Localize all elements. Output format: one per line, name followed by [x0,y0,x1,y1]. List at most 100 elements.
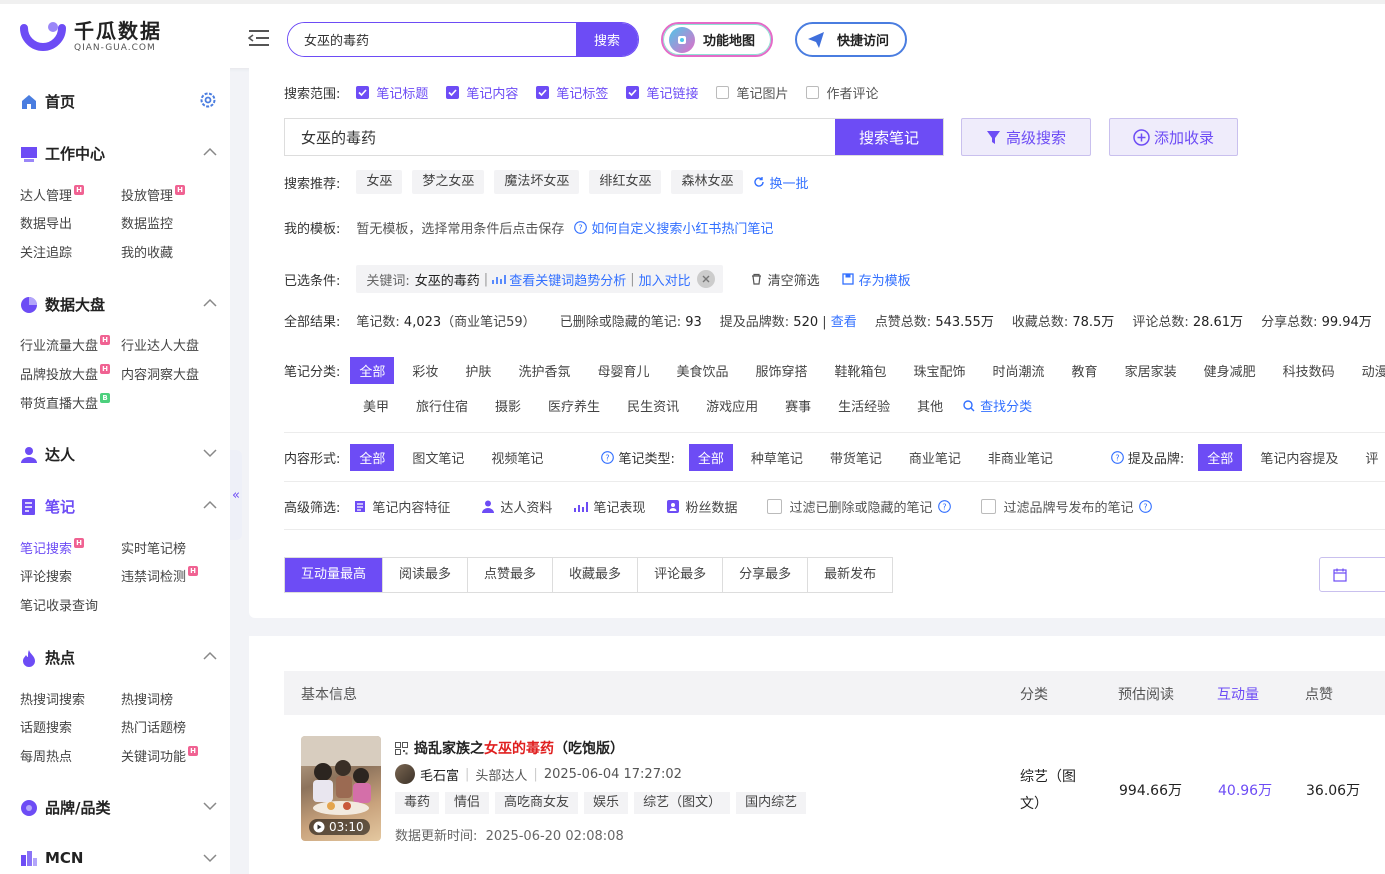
category-option[interactable]: 科技数码 [1283,361,1335,380]
note-type-option[interactable]: 带货笔记 [830,448,882,467]
sidebar-section-workcenter[interactable]: 工作中心 [20,143,220,164]
note-type-option[interactable]: 种草笔记 [751,448,803,467]
avatar[interactable] [395,764,415,784]
brand-mention-option[interactable]: 评 [1365,448,1378,467]
sort-tab[interactable]: 评论最多 [638,558,724,592]
date-range-picker[interactable] [1319,557,1385,592]
quick-access-button[interactable]: 快捷访问 [795,22,907,57]
settings-gear-icon[interactable] [199,91,217,109]
sidebar-collapse-button[interactable]: « [230,450,242,540]
trend-analysis-link[interactable]: 查看关键词趋势分析 [509,270,626,289]
chevron-up-icon[interactable] [203,649,217,663]
sidebar-item-brand-campaign[interactable]: 品牌投放大盘 H [20,364,111,383]
sidebar-item-favorites[interactable]: 我的收藏 [121,242,173,261]
sidebar-item-note-search[interactable]: 笔记搜索 H [20,538,85,557]
save-template-button[interactable]: 存为模板 [841,270,911,289]
category-option[interactable]: 旅行住宿 [416,396,468,415]
menu-toggle-icon[interactable] [247,28,270,48]
chevron-down-icon[interactable] [203,446,217,460]
note-type-option[interactable]: 商业笔记 [909,448,961,467]
format-option[interactable]: 全部 [350,444,395,471]
help-icon[interactable]: ? [1139,500,1153,513]
sidebar-item-follow[interactable]: 关注追踪 [20,242,72,261]
scope-checkbox[interactable]: 笔记内容 [446,83,518,102]
help-icon[interactable]: ? [938,500,952,513]
brand-mention-option[interactable]: 笔记内容提及 [1260,448,1338,467]
sidebar-item-industry-influencer[interactable]: 行业达人大盘 [121,335,199,354]
scope-checkbox[interactable]: 笔记标签 [536,83,608,102]
sidebar-item-keyword-tool[interactable]: 关键词功能 H [121,746,199,765]
sidebar-section-mcn[interactable]: MCN [20,849,220,867]
help-icon[interactable]: ? [1111,451,1124,464]
chevron-down-icon[interactable] [203,851,217,865]
sidebar-section-dashboard[interactable]: 数据大盘 [20,294,220,315]
scope-checkbox[interactable]: 笔记链接 [626,83,698,102]
category-option[interactable]: 鞋靴箱包 [835,361,887,380]
advanced-search-button[interactable]: 高级搜索 [961,118,1091,156]
adv-influencer-profile[interactable]: 达人资料 [482,497,552,516]
category-option[interactable]: 游戏应用 [706,396,758,415]
sort-tab[interactable]: 阅读最多 [383,558,469,592]
sidebar-section-influencer[interactable]: 达人 [20,444,220,465]
column-header[interactable]: 互动量 [1217,684,1259,704]
category-option[interactable]: 美甲 [363,396,389,415]
recommend-tag[interactable]: 森林女巫 [671,170,744,194]
remove-chip-icon[interactable] [696,270,715,288]
top-search-input[interactable] [288,23,576,56]
category-option[interactable]: 母婴育儿 [597,361,649,380]
sidebar-item-hotword-rank[interactable]: 热搜词榜 [121,689,173,708]
sidebar-item-campaign-manage[interactable]: 投放管理 H [121,185,186,204]
sidebar-item-influencer-manage[interactable]: 达人管理 H [20,185,85,204]
sidebar-item-monitor[interactable]: 数据监控 [121,213,173,232]
sidebar-section-notes[interactable]: 笔记 [20,496,220,517]
chevron-up-icon[interactable] [203,498,217,512]
sort-tab[interactable]: 点赞最多 [468,558,554,592]
sidebar-item-topic-search[interactable]: 话题搜索 [20,717,72,736]
category-option[interactable]: 民生资讯 [627,396,679,415]
column-header[interactable]: 预估阅读 [1118,684,1174,704]
add-compare-link[interactable]: 加入对比 [639,270,691,289]
help-icon[interactable]: ? [601,451,615,464]
template-help-link[interactable]: ? 如何自定义搜索小红书热门笔记 [574,218,773,237]
note-type-option[interactable]: 非商业笔记 [988,448,1053,467]
category-option[interactable]: 珠宝配饰 [914,361,966,380]
category-option[interactable]: 其他 [917,396,943,415]
recommend-tag[interactable]: 绯红女巫 [589,170,662,194]
recommend-tag[interactable]: 女巫 [356,170,403,194]
sidebar-section-brand[interactable]: 品牌/品类 [20,797,220,818]
top-search-button[interactable]: 搜索 [576,23,638,56]
author-name[interactable]: 毛石富 [420,765,459,784]
filter-brand-account-checkbox[interactable]: 过滤品牌号发布的笔记 ? [981,497,1153,516]
note-type-option[interactable]: 全部 [688,444,733,471]
category-option[interactable]: 医疗养生 [548,396,600,415]
note-thumbnail[interactable]: 03:10 [301,736,381,841]
sidebar-item-content-insight[interactable]: 内容洞察大盘 [121,364,199,383]
brand-mention-option[interactable]: 全部 [1198,444,1243,471]
sidebar-item-export[interactable]: 数据导出 [20,213,72,232]
sidebar-item-realtime-rank[interactable]: 实时笔记榜 [121,538,186,557]
sidebar-item-home[interactable]: 首页 [20,91,220,112]
sidebar-item-weekly-hot[interactable]: 每周热点 [20,746,72,765]
feature-map-button[interactable]: 功能地图 [661,22,773,57]
category-option[interactable]: 彩妆 [412,361,438,380]
sidebar-item-industry-traffic[interactable]: 行业流量大盘 H [20,335,111,354]
category-option[interactable]: 洗护香氛 [518,361,570,380]
category-option[interactable]: 全部 [350,357,395,384]
category-option[interactable]: 生活经验 [838,396,890,415]
chevron-down-icon[interactable] [203,799,217,813]
category-option[interactable]: 动漫 [1362,361,1385,380]
logo[interactable]: 千瓜数据 QIAN-GUA.COM [20,18,162,56]
sidebar-section-hot[interactable]: 热点 [20,647,220,668]
category-option[interactable]: 赛事 [785,396,811,415]
category-option[interactable]: 教育 [1072,361,1098,380]
scope-checkbox[interactable]: 笔记图片 [716,83,788,102]
adv-fans-data[interactable]: 粉丝数据 [667,497,737,516]
format-option[interactable]: 视频笔记 [491,448,543,467]
sidebar-item-comment-search[interactable]: 评论搜索 [20,566,72,585]
find-category-link[interactable]: 查找分类 [963,396,1032,415]
add-index-button[interactable]: 添加收录 [1109,118,1238,156]
category-option[interactable]: 服饰穿搭 [755,361,807,380]
sidebar-item-topic-rank[interactable]: 热门话题榜 [121,717,186,736]
search-notes-button[interactable]: 搜索笔记 [835,119,943,155]
qr-code-icon[interactable] [395,741,408,755]
